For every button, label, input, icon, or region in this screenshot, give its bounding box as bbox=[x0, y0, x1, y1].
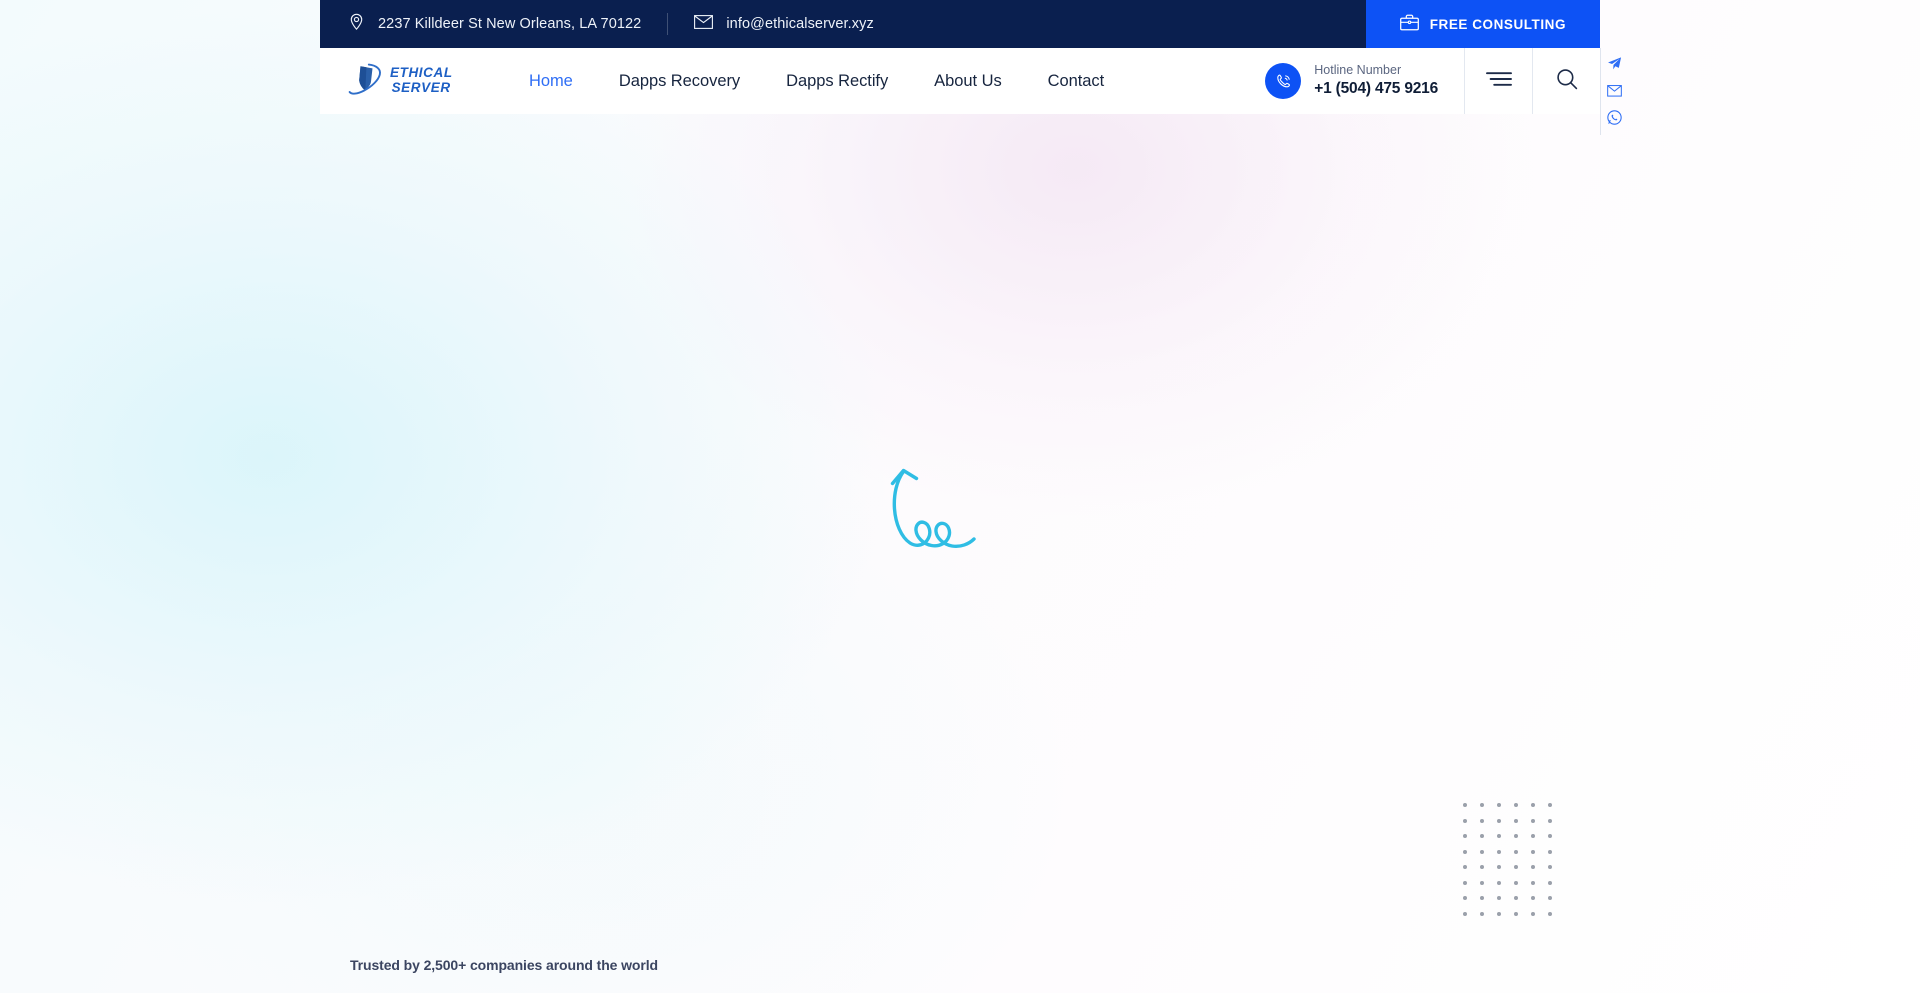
grid-dot bbox=[1514, 912, 1518, 916]
grid-dot bbox=[1480, 819, 1484, 823]
nav-item-home[interactable]: Home bbox=[506, 72, 596, 91]
grid-dot bbox=[1548, 850, 1552, 854]
phone-call-icon bbox=[1265, 63, 1301, 99]
site-header: 2237 Killdeer St New Orleans, LA 70122 i… bbox=[320, 0, 1600, 114]
shield-swoosh-logo-icon bbox=[348, 62, 386, 101]
grid-dot bbox=[1548, 912, 1552, 916]
grid-dot bbox=[1480, 896, 1484, 900]
grid-dot bbox=[1497, 850, 1501, 854]
nav-item-about-us[interactable]: About Us bbox=[911, 72, 1024, 91]
grid-dot bbox=[1531, 803, 1535, 807]
hamburger-menu-icon bbox=[1486, 71, 1512, 92]
grid-dot bbox=[1480, 881, 1484, 885]
grid-dot bbox=[1531, 912, 1535, 916]
telegram-icon[interactable] bbox=[1601, 50, 1629, 77]
free-consulting-button[interactable]: FREE CONSULTING bbox=[1366, 0, 1600, 48]
grid-dot bbox=[1497, 881, 1501, 885]
whatsapp-icon[interactable] bbox=[1601, 104, 1629, 131]
brand-logo-text: ETHICAL SERVER bbox=[390, 66, 453, 95]
nav-item-dapps-rectify[interactable]: Dapps Rectify bbox=[763, 72, 911, 91]
top-utility-bar: 2237 Killdeer St New Orleans, LA 70122 i… bbox=[320, 0, 1600, 48]
grid-dot bbox=[1514, 850, 1518, 854]
email-text: info@ethicalserver.xyz bbox=[726, 16, 873, 32]
grid-dot bbox=[1463, 896, 1467, 900]
grid-dot bbox=[1514, 834, 1518, 838]
topbar-spacer bbox=[900, 0, 1366, 48]
brand-line-1: ETHICAL bbox=[390, 66, 453, 81]
grid-dot bbox=[1480, 850, 1484, 854]
grid-dot bbox=[1463, 865, 1467, 869]
brand-line-2: SERVER bbox=[392, 81, 453, 96]
grid-dot bbox=[1497, 865, 1501, 869]
hotline-number: +1 (504) 475 9216 bbox=[1314, 79, 1438, 100]
grid-dot bbox=[1548, 881, 1552, 885]
grid-dot bbox=[1463, 819, 1467, 823]
hamburger-menu-button[interactable] bbox=[1465, 48, 1532, 114]
main-navbar: ETHICAL SERVER Home Dapps Recovery Dapps… bbox=[320, 48, 1600, 114]
grid-dot bbox=[1497, 896, 1501, 900]
address-text: 2237 Killdeer St New Orleans, LA 70122 bbox=[378, 16, 641, 32]
briefcase-icon bbox=[1400, 14, 1419, 34]
grid-dot bbox=[1531, 834, 1535, 838]
grid-dot bbox=[1531, 850, 1535, 854]
curly-arrow-up-icon bbox=[890, 465, 995, 570]
nav-item-contact[interactable]: Contact bbox=[1025, 72, 1128, 91]
grid-dot bbox=[1548, 803, 1552, 807]
grid-dot bbox=[1463, 834, 1467, 838]
address-item: 2237 Killdeer St New Orleans, LA 70122 bbox=[320, 0, 667, 48]
grid-dot bbox=[1548, 865, 1552, 869]
grid-dot bbox=[1480, 834, 1484, 838]
grid-dot bbox=[1548, 819, 1552, 823]
grid-dot bbox=[1497, 912, 1501, 916]
nav-item-dapps-recovery[interactable]: Dapps Recovery bbox=[596, 72, 763, 91]
grid-dot bbox=[1531, 865, 1535, 869]
grid-dot bbox=[1514, 881, 1518, 885]
grid-dot bbox=[1480, 912, 1484, 916]
grid-dot bbox=[1531, 896, 1535, 900]
decorative-dot-grid bbox=[1463, 803, 1565, 927]
grid-dot bbox=[1514, 896, 1518, 900]
grid-dot bbox=[1480, 803, 1484, 807]
grid-dot bbox=[1548, 834, 1552, 838]
search-button[interactable] bbox=[1533, 48, 1600, 114]
grid-dot bbox=[1497, 803, 1501, 807]
grid-dot bbox=[1548, 896, 1552, 900]
location-pin-icon bbox=[348, 13, 365, 35]
grid-dot bbox=[1463, 912, 1467, 916]
email-item[interactable]: info@ethicalserver.xyz bbox=[668, 0, 899, 48]
trusted-by-text: Trusted by 2,500+ companies around the w… bbox=[350, 957, 658, 973]
grid-dot bbox=[1514, 819, 1518, 823]
grid-dot bbox=[1497, 834, 1501, 838]
grid-dot bbox=[1463, 850, 1467, 854]
social-share-rail bbox=[1600, 48, 1628, 135]
hotline-block[interactable]: Hotline Number +1 (504) 475 9216 bbox=[1251, 48, 1464, 114]
free-consulting-label: FREE CONSULTING bbox=[1430, 17, 1566, 32]
grid-dot bbox=[1463, 881, 1467, 885]
email-icon[interactable] bbox=[1601, 77, 1629, 104]
navbar-right-group: Hotline Number +1 (504) 475 9216 bbox=[1251, 48, 1600, 114]
grid-dot bbox=[1463, 803, 1467, 807]
grid-dot bbox=[1531, 819, 1535, 823]
grid-dot bbox=[1514, 803, 1518, 807]
grid-dot bbox=[1497, 819, 1501, 823]
envelope-icon bbox=[694, 15, 713, 33]
grid-dot bbox=[1480, 865, 1484, 869]
hotline-text: Hotline Number +1 (504) 475 9216 bbox=[1314, 62, 1438, 100]
grid-dot bbox=[1514, 865, 1518, 869]
brand-logo[interactable]: ETHICAL SERVER bbox=[320, 48, 506, 114]
grid-dot bbox=[1531, 881, 1535, 885]
search-icon bbox=[1556, 68, 1578, 95]
primary-navigation: Home Dapps Recovery Dapps Rectify About … bbox=[506, 48, 1127, 114]
hotline-label: Hotline Number bbox=[1314, 62, 1438, 79]
